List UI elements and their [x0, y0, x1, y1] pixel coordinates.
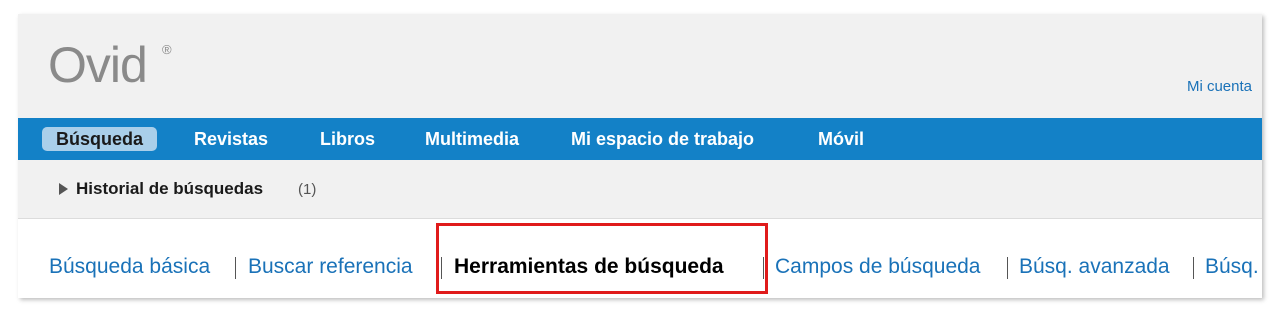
tab-busqueda-basica[interactable]: Búsqueda básica [49, 255, 210, 279]
header: Ovid ® Mi cuenta [18, 14, 1262, 118]
search-history-label[interactable]: Historial de búsquedas [76, 179, 263, 199]
tab-busq-more[interactable]: Búsq. [1205, 255, 1259, 279]
tab-separator [1193, 257, 1194, 279]
highlight-annotation-box [436, 223, 768, 294]
registered-mark: ® [162, 42, 172, 57]
nav-libros[interactable]: Libros [320, 127, 375, 151]
nav-movil[interactable]: Móvil [818, 127, 864, 151]
expand-triangle-icon[interactable] [59, 183, 68, 195]
tab-separator [1007, 257, 1008, 279]
nav-mi-espacio-de-trabajo[interactable]: Mi espacio de trabajo [571, 127, 754, 151]
nav-busqueda[interactable]: Búsqueda [42, 127, 158, 151]
nav-revistas[interactable]: Revistas [194, 127, 268, 151]
ovid-logo[interactable]: Ovid [48, 40, 148, 90]
tab-campos-de-busqueda[interactable]: Campos de búsqueda [775, 255, 980, 279]
tab-busq-avanzada[interactable]: Búsq. avanzada [1019, 255, 1170, 279]
tab-buscar-referencia[interactable]: Buscar referencia [248, 255, 413, 279]
tab-separator [235, 257, 236, 279]
my-account-link[interactable]: Mi cuenta [1187, 78, 1252, 95]
search-history-row[interactable]: Historial de búsquedas (1) [18, 160, 1262, 219]
main-nav: Búsqueda Revistas Libros Multimedia Mi e… [18, 118, 1262, 160]
nav-multimedia[interactable]: Multimedia [425, 127, 519, 151]
search-history-count: (1) [298, 181, 317, 198]
